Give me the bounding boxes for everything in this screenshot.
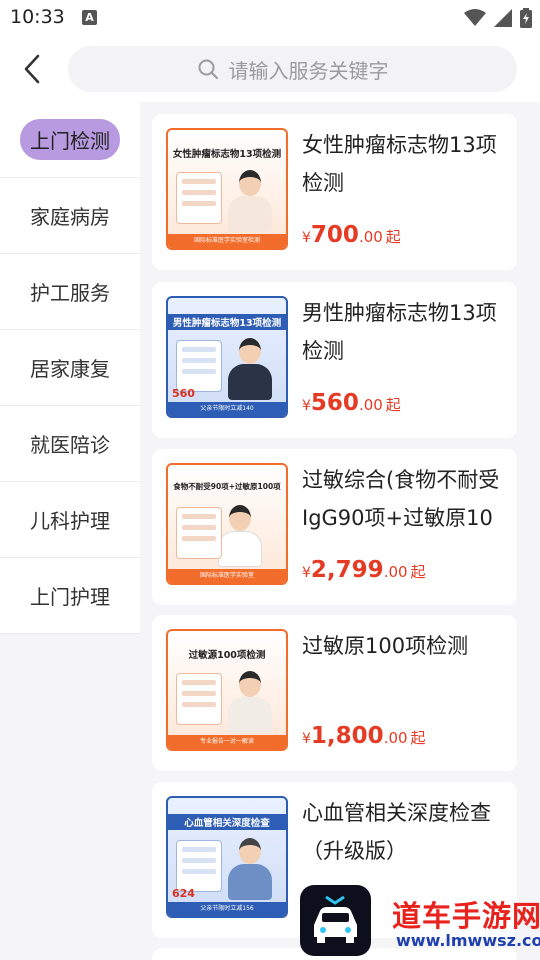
price-decimal: .00: [358, 396, 383, 414]
price-decimal: .00: [358, 228, 383, 246]
status-time: 10:33: [10, 6, 65, 28]
price-currency: ¥: [302, 230, 311, 246]
product-thumbnail: 食物不耐受90项+过敏原100项 国际标准医学实验室: [166, 463, 288, 585]
product-price: ¥1,800.00 起: [302, 723, 426, 749]
status-bar: 10:33 A: [0, 0, 540, 38]
thumb-footer: 父亲节限时立减140: [168, 402, 286, 416]
product-title: 心血管相关深度检查（升级版）: [302, 801, 491, 863]
product-price: ¥2,799.00 起: [302, 557, 426, 583]
product-thumbnail: 过敏源100项检测 专业报告一对一解读: [166, 629, 288, 751]
thumb-title: 食物不耐受90项+过敏原100项: [173, 482, 281, 491]
sidebar-item-home-ward[interactable]: 家庭病房: [0, 178, 140, 254]
thumb-title: 过敏源100项检测: [188, 650, 266, 661]
price-currency: ¥: [302, 398, 311, 414]
back-button[interactable]: [18, 52, 48, 86]
a-icon: A: [82, 10, 97, 25]
product-title: 过敏原100项检测: [302, 634, 469, 658]
status-icons: [464, 8, 532, 28]
signal-icon: [494, 9, 512, 27]
price-currency: ¥: [302, 565, 311, 581]
header: 请输入服务关键字: [0, 38, 540, 102]
thumb-title: 女性肿瘤标志物13项检测: [172, 149, 282, 160]
sidebar-item-pediatric[interactable]: 儿科护理: [0, 482, 140, 558]
sidebar-item-home-rehab[interactable]: 居家康复: [0, 330, 140, 406]
product-thumbnail: 女性肿瘤标志物13项检测 国际标准医学实验室检测: [166, 128, 288, 250]
thumb-badge: [176, 340, 222, 392]
thumb-price: 560: [172, 387, 195, 400]
price-unit: 起: [385, 396, 401, 414]
price-unit: 起: [385, 228, 401, 246]
person-image: [222, 168, 278, 232]
watermark-text: 道车手游网: [392, 899, 540, 933]
car-icon: [314, 895, 357, 943]
price-integer: 560: [310, 390, 359, 416]
sidebar-item-label: 就医陪诊: [30, 433, 110, 457]
watermark-url: www.lmwwsz.com: [396, 931, 540, 950]
chevron-left-icon: [24, 54, 40, 84]
price-decimal: .00: [383, 563, 408, 581]
sidebar-item-label: 上门护理: [30, 585, 110, 609]
search-icon: [198, 59, 218, 79]
search-input[interactable]: 请输入服务关键字: [68, 46, 517, 92]
price-integer: 2,799: [310, 557, 384, 583]
product-title: 过敏综合(食物不耐受IgG90项+过敏原100项): [302, 468, 500, 530]
thumb-footer: 国际标准医学实验室: [168, 569, 286, 583]
product-card[interactable]: 食物不耐受90项+过敏原100项 国际标准医学实验室 过敏综合(食物不耐受IgG…: [152, 449, 517, 605]
product-price: ¥560.00 起: [302, 390, 401, 416]
sidebar-item-home-nursing[interactable]: 上门护理: [0, 558, 140, 634]
sidebar-item-label: 居家康复: [30, 357, 110, 381]
price-unit: 起: [410, 563, 426, 581]
wifi-icon: [464, 9, 486, 26]
price-unit: 起: [410, 729, 426, 747]
thumb-badge: [176, 172, 222, 224]
price-integer: 700: [310, 222, 359, 248]
thumb-footer: 国际标准医学实验室检测: [168, 234, 286, 248]
thumb-title: 心血管相关深度检查: [168, 814, 286, 830]
price-currency: ¥: [302, 731, 311, 747]
person-image: [222, 836, 278, 900]
person-image: [222, 336, 278, 400]
price-integer: 1,800: [310, 723, 384, 749]
product-title: 女性肿瘤标志物13项检测: [302, 133, 497, 195]
category-sidebar: 上门检测 家庭病房 护工服务 居家康复 就医陪诊 儿科护理 上门护理: [0, 102, 140, 634]
product-card[interactable]: 男性肿瘤标志物13项检测 560 父亲节限时立减140 男性肿瘤标志物13项检测…: [152, 282, 517, 438]
thumb-footer: 专业报告一对一解读: [168, 735, 286, 749]
thumb-badge: [176, 840, 222, 892]
sidebar-item-escort[interactable]: 就医陪诊: [0, 406, 140, 482]
sidebar-item-label: 上门检测: [20, 119, 120, 160]
battery-icon: [520, 8, 532, 28]
product-price: ¥700.00 起: [302, 222, 401, 248]
product-thumbnail: 男性肿瘤标志物13项检测 560 父亲节限时立减140: [166, 296, 288, 418]
thumb-footer: 父亲节限时立减156: [168, 902, 286, 916]
product-card[interactable]: 过敏源100项检测 专业报告一对一解读 过敏原100项检测 ¥1,800.00 起: [152, 615, 517, 771]
thumb-badge: [176, 507, 222, 559]
thumb-title: 男性肿瘤标志物13项检测: [168, 314, 286, 330]
watermark-logo: [300, 885, 371, 956]
product-card[interactable]: 女性肿瘤标志物13项检测 国际标准医学实验室检测 女性肿瘤标志物13项检测 ¥7…: [152, 114, 517, 270]
sidebar-item-label: 儿科护理: [30, 509, 110, 533]
product-thumbnail: 心血管相关深度检查 624 父亲节限时立减156: [166, 796, 288, 918]
thumb-badge: [176, 673, 222, 725]
sidebar-item-home-testing[interactable]: 上门检测: [0, 102, 140, 178]
sidebar-item-label: 护工服务: [30, 281, 110, 305]
thumb-price: 624: [172, 887, 195, 900]
product-title: 男性肿瘤标志物13项检测: [302, 301, 497, 363]
person-image: [222, 669, 278, 733]
sidebar-item-label: 家庭病房: [30, 205, 110, 229]
price-decimal: .00: [383, 729, 408, 747]
search-placeholder: 请输入服务关键字: [228, 58, 389, 83]
sidebar-item-caregiver[interactable]: 护工服务: [0, 254, 140, 330]
